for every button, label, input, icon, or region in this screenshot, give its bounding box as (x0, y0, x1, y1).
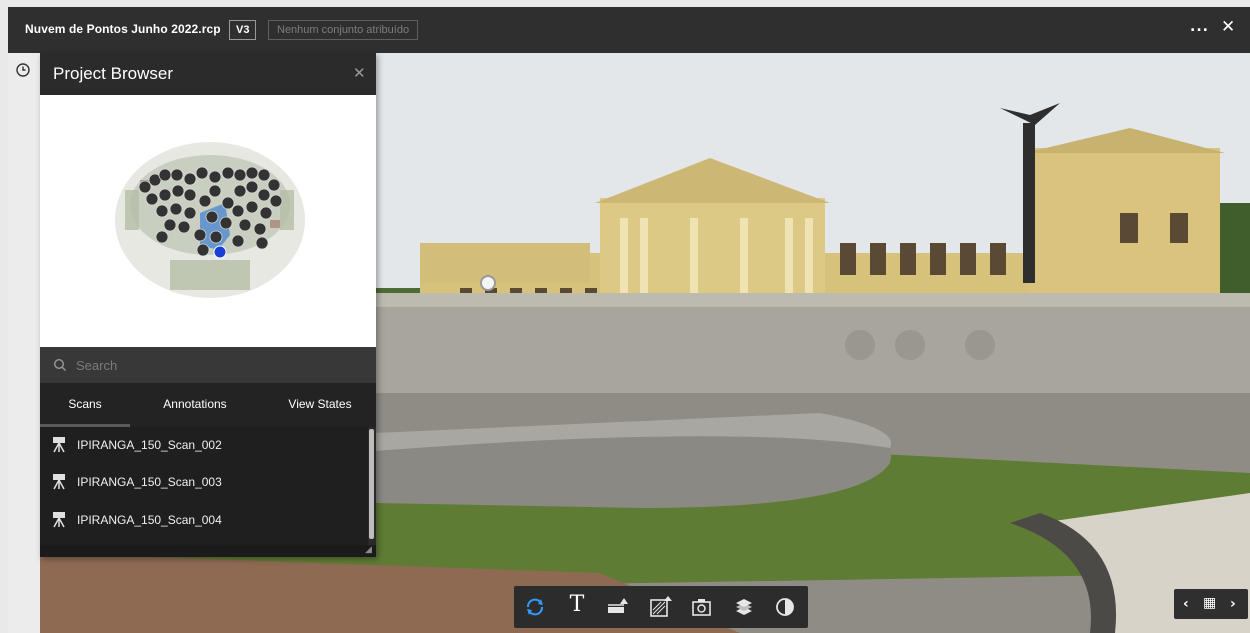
grid-view-icon[interactable]: ▦ (1203, 595, 1216, 611)
browser-tabs: Scans Annotations View States (40, 383, 376, 427)
list-item[interactable]: IPIRANGA_150_Scan_003 (40, 464, 368, 500)
scan-overview-map[interactable] (40, 95, 376, 347)
tab-view-states[interactable]: View States (270, 383, 370, 427)
project-browser-panel: Project Browser ✕ Search Scans Annotatio… (40, 53, 376, 557)
text-icon[interactable]: T (564, 592, 590, 618)
display-mode-icon[interactable] (772, 594, 798, 620)
scan-list: IPIRANGA_150_Scan_002 IPIRANGA_150_Scan_… (40, 427, 368, 545)
search-input[interactable] (74, 353, 368, 377)
panel-header: Project Browser ✕ (40, 53, 376, 95)
section-box-icon[interactable] (647, 594, 673, 620)
scan-name: IPIRANGA_150_Scan_003 (77, 475, 222, 489)
left-rail (8, 53, 40, 633)
scan-name: IPIRANGA_150_Scan_004 (77, 513, 222, 527)
file-title: Nuvem de Pontos Junho 2022.rcp (25, 22, 221, 36)
scanner-tripod-icon (53, 437, 65, 453)
scanner-tripod-icon (53, 512, 65, 528)
layers-icon[interactable] (731, 594, 757, 620)
tools-toolbar: T (514, 586, 808, 628)
scan-name: IPIRANGA_150_Scan_002 (77, 438, 222, 452)
assignment-status[interactable]: Nenhum conjunto atribuído (268, 20, 419, 40)
list-item[interactable]: IPIRANGA_150_Scan_004 (40, 502, 368, 538)
history-clock-icon[interactable] (16, 63, 30, 77)
scroll-thumb[interactable] (369, 429, 374, 539)
panel-close-icon[interactable]: ✕ (353, 64, 366, 82)
scan-list-scrollbar[interactable] (368, 427, 376, 545)
next-scan-button[interactable]: › (1230, 596, 1236, 612)
more-options-button[interactable]: ... (1190, 19, 1209, 35)
orbit-icon[interactable] (522, 594, 548, 620)
top-bar: Nuvem de Pontos Junho 2022.rcp V3 Nenhum… (8, 7, 1250, 53)
scan-navigation: ‹ ▦ › (1174, 589, 1248, 619)
snapshot-icon[interactable] (689, 594, 715, 620)
close-icon[interactable]: ✕ (1221, 17, 1235, 37)
tab-annotations[interactable]: Annotations (145, 383, 245, 427)
previous-scan-button[interactable]: ‹ (1183, 596, 1189, 612)
search-bar (40, 347, 376, 383)
search-icon (53, 358, 66, 371)
measure-icon[interactable] (605, 594, 631, 620)
scanner-tripod-icon (53, 474, 65, 490)
list-item[interactable]: IPIRANGA_150_Scan_002 (40, 427, 368, 463)
resize-grip-icon[interactable]: ◢ (365, 545, 375, 555)
panel-title: Project Browser (53, 64, 173, 83)
point-cloud-overview (115, 142, 305, 298)
tab-scans[interactable]: Scans (40, 383, 130, 427)
version-badge[interactable]: V3 (229, 20, 257, 40)
